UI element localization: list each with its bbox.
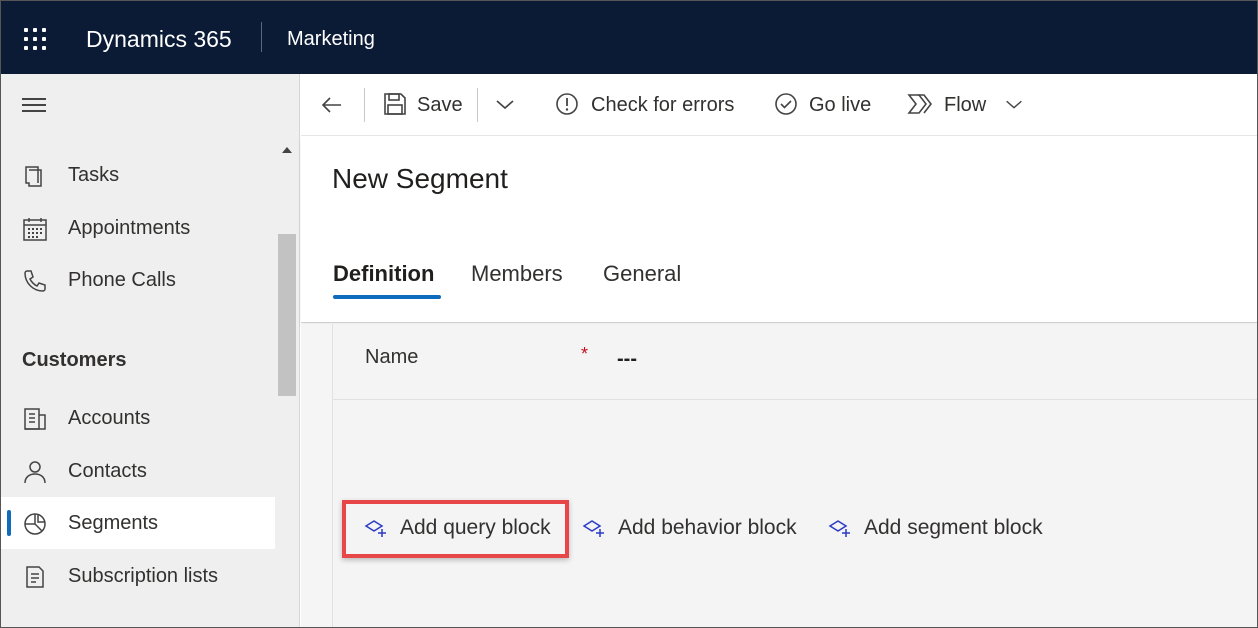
add-query-block-button[interactable]: Add query block — [364, 502, 564, 556]
sidebar-item-label: Segments — [68, 512, 159, 534]
tasks-icon — [22, 163, 48, 189]
sidebar-item-label: Tasks — [68, 164, 120, 186]
checkmark-circle-icon — [775, 93, 797, 115]
check-for-errors-button[interactable]: Check for errors — [555, 88, 745, 122]
tab-members[interactable]: Members — [471, 261, 563, 287]
chevron-down-icon — [496, 100, 514, 110]
scrollbar-thumb[interactable] — [278, 234, 296, 396]
chevron-down-icon — [1006, 100, 1022, 109]
subscription-list-icon — [22, 564, 48, 590]
hamburger-menu-icon[interactable] — [22, 98, 46, 112]
save-button[interactable]: Save — [383, 88, 465, 122]
sidebar-item-label: Subscription lists — [68, 565, 219, 587]
sidebar-item-appointments[interactable]: Appointments — [0, 202, 275, 254]
tab-general[interactable]: General — [603, 261, 681, 287]
save-options-dropdown[interactable] — [493, 88, 519, 122]
back-arrow-icon — [321, 97, 341, 113]
tab-definition[interactable]: Definition — [333, 261, 434, 287]
save-floppy-icon — [384, 93, 406, 115]
calendar-icon — [22, 216, 48, 242]
sidebar-item-accounts[interactable]: Accounts — [0, 392, 275, 444]
sidebar-item-label: Accounts — [68, 407, 151, 429]
scroll-up-arrow-icon[interactable] — [282, 147, 292, 153]
module-name[interactable]: Marketing — [287, 28, 375, 51]
app-name[interactable]: Dynamics 365 — [86, 26, 232, 53]
name-field-row: Name * --- — [333, 324, 1258, 400]
command-divider — [364, 88, 365, 122]
check-for-errors-label: Check for errors — [591, 94, 735, 116]
add-behavior-block-label: Add behavior block — [618, 516, 797, 539]
flow-button[interactable]: Flow — [907, 88, 1031, 122]
top-navigation-bar: Dynamics 365 Marketing — [0, 0, 1258, 74]
flow-label: Flow — [944, 94, 987, 116]
command-bar: Save Check for errors Go live Flow — [301, 74, 1258, 136]
page-title: New Segment — [332, 163, 508, 194]
segments-pie-icon — [22, 511, 48, 537]
sidebar-item-segments[interactable]: Segments — [0, 497, 275, 549]
segment-block-icon — [828, 520, 850, 537]
sidebar-item-subscription-lists[interactable]: Subscription lists — [0, 550, 275, 602]
sidebar-item-label: Phone Calls — [68, 269, 176, 291]
go-live-label: Go live — [809, 94, 872, 116]
form-body: Name * --- Add query block Add behavior … — [301, 324, 1258, 628]
name-field-label: Name — [365, 346, 419, 368]
app-launcher-waffle-icon[interactable] — [24, 28, 48, 50]
command-divider — [477, 88, 478, 122]
go-live-button[interactable]: Go live — [774, 88, 878, 122]
sidebar-item-phone-calls[interactable]: Phone Calls — [0, 254, 275, 306]
sitemap-sidebar: Tasks Appointments Phone Calls Customers — [0, 74, 300, 628]
sidebar-item-contacts[interactable]: Contacts — [0, 445, 275, 497]
phone-icon — [22, 268, 48, 294]
form-header: New Segment Definition Members General — [301, 137, 1258, 323]
required-indicator: * — [581, 344, 589, 364]
add-behavior-block-button[interactable]: Add behavior block — [582, 502, 812, 556]
add-segment-block-label: Add segment block — [864, 516, 1043, 539]
topbar-divider — [261, 22, 262, 52]
query-block-icon — [364, 520, 386, 537]
active-tab-indicator — [333, 295, 441, 299]
sidebar-item-label: Appointments — [68, 217, 191, 239]
segment-definition-panel: Name * --- Add query block Add behavior … — [332, 324, 1258, 628]
add-segment-block-button[interactable]: Add segment block — [828, 502, 1058, 556]
sidebar-scrollbar[interactable] — [276, 136, 298, 628]
sidebar-item-tasks[interactable]: Tasks — [0, 149, 275, 201]
alert-circle-icon — [556, 93, 578, 115]
name-field[interactable]: --- — [617, 348, 637, 371]
add-query-block-label: Add query block — [400, 516, 551, 539]
behavior-block-icon — [582, 520, 604, 537]
accounts-icon — [22, 406, 48, 432]
person-icon — [22, 459, 48, 485]
flow-icon — [907, 94, 933, 114]
sidebar-group-heading: Customers — [22, 349, 127, 371]
sidebar-item-label: Contacts — [68, 460, 147, 482]
back-button[interactable] — [319, 88, 345, 122]
save-label: Save — [417, 94, 463, 116]
